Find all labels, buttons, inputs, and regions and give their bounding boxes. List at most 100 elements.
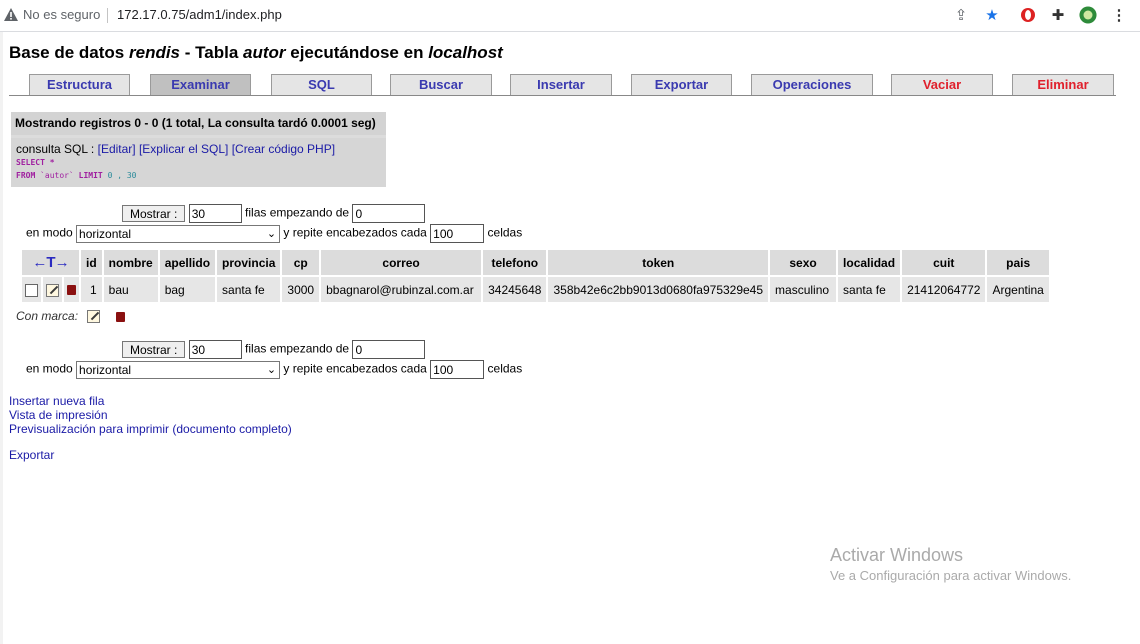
column-correo[interactable]: correo: [321, 250, 482, 275]
row-delete-cell: [64, 277, 79, 302]
query-info-box: Mostrando registros 0 - 0 (1 total, La c…: [11, 112, 386, 187]
results-summary: Mostrando registros 0 - 0 (1 total, La c…: [11, 112, 386, 135]
cell-correo: bbagnarol@rubinzal.com.ar: [321, 277, 482, 302]
column-token[interactable]: token: [548, 250, 769, 275]
create-php-link[interactable]: [Crear código PHP]: [232, 142, 335, 156]
column-provincia[interactable]: provincia: [217, 250, 281, 275]
start-input-bottom[interactable]: 0: [352, 340, 426, 359]
repeat-input-bottom[interactable]: 100: [430, 360, 485, 379]
cell-id: 1: [81, 277, 102, 302]
cell-pais: Argentina: [987, 277, 1049, 302]
nav-form-top-row2: en modo horizontal ⌄ y repite encabezados…: [26, 224, 522, 243]
delete-selected-icon[interactable]: [115, 311, 125, 322]
show-button[interactable]: Mostrar :: [122, 205, 186, 222]
rows-input-bottom[interactable]: 30: [188, 340, 242, 359]
sql-limit: LIMIT: [78, 171, 103, 180]
opera-icon[interactable]: [1019, 6, 1037, 24]
extensions-puzzle-icon[interactable]: ✚: [1049, 6, 1067, 24]
cells-label-bottom: celdas: [487, 361, 523, 376]
edit-query-link[interactable]: [Editar]: [98, 142, 136, 156]
insert-row-link[interactable]: Insertar nueva fila: [9, 394, 104, 408]
trash-icon[interactable]: [67, 285, 76, 296]
column-nombre[interactable]: nombre: [103, 250, 158, 275]
print-view-link[interactable]: Vista de impresión: [9, 408, 108, 422]
cell-cp: 3000: [282, 277, 320, 302]
cell-nombre: bau: [103, 277, 158, 302]
bookmark-star-icon[interactable]: ★: [983, 6, 1001, 24]
url-text[interactable]: 172.17.0.75/adm1/index.php: [117, 7, 282, 22]
tab-eliminar[interactable]: Eliminar: [1012, 74, 1114, 95]
nav-form-bottom-row1: Mostrar : 30 filas empezando de 0: [122, 340, 426, 359]
nav-form-top-row1: Mostrar : 30 filas empezando de 0: [122, 204, 426, 223]
tab-examinar[interactable]: Examinar: [150, 74, 251, 95]
column-apellido[interactable]: apellido: [159, 250, 216, 275]
tab-insertar[interactable]: Insertar: [510, 74, 612, 95]
results-table: ←T→ id nombre apellido provincia cp corr…: [20, 248, 1051, 304]
edit-pencil-icon[interactable]: [46, 283, 59, 297]
sql-code: SELECT * FROM `autor` LIMIT 0 , 30: [16, 156, 381, 182]
profile-avatar[interactable]: [1079, 6, 1097, 24]
row-edit-cell: [43, 277, 62, 302]
menu-dots-icon[interactable]: ⋮: [1110, 6, 1128, 24]
rows-label: filas empezando de: [245, 205, 350, 220]
cell-cuit: 21412064772: [902, 277, 986, 302]
column-toggle[interactable]: ←T→: [22, 250, 79, 275]
mode-label-bottom: en modo: [26, 361, 73, 376]
page-content: Base de datos rendis - Tabla autor ejecu…: [0, 32, 1140, 644]
column-id[interactable]: id: [81, 250, 102, 275]
sql-query-panel: consulta SQL : [Editar] [Explicar el SQL…: [11, 138, 386, 187]
tab-sql[interactable]: SQL: [271, 74, 372, 95]
left-right-arrows-icon[interactable]: ←T→: [32, 254, 69, 271]
nav-form-bottom-row2: en modo horizontal ⌄ y repite encabezados…: [26, 360, 522, 379]
start-input[interactable]: 0: [352, 204, 426, 223]
edit-selected-icon[interactable]: [87, 310, 101, 324]
repeat-input[interactable]: 100: [430, 224, 485, 243]
query-label: consulta SQL :: [16, 142, 98, 156]
mode-select-bottom[interactable]: horizontal ⌄: [76, 360, 281, 379]
table-row: 1 bau bag santa fe 3000 bbagnarol@rubinz…: [22, 277, 1049, 302]
cells-label: celdas: [487, 225, 523, 240]
export-link[interactable]: Exportar: [9, 448, 54, 462]
tab-vaciar[interactable]: Vaciar: [891, 74, 993, 95]
column-sexo[interactable]: sexo: [770, 250, 837, 275]
repeat-label-bottom: y repite encabezados cada: [283, 361, 427, 376]
cell-provincia: santa fe: [217, 277, 281, 302]
windows-activation-title: Activar Windows: [830, 545, 964, 565]
cell-localidad: santa fe: [838, 277, 901, 302]
rows-input[interactable]: 30: [188, 204, 242, 223]
rows-label-bottom: filas empezando de: [245, 341, 350, 356]
cell-apellido: bag: [159, 277, 216, 302]
mode-select[interactable]: horizontal ⌄: [76, 224, 281, 243]
tab-estructura[interactable]: Estructura: [29, 74, 130, 95]
table-header-row: ←T→ id nombre apellido provincia cp corr…: [22, 250, 1049, 275]
warning-icon: [4, 8, 18, 21]
share-icon[interactable]: ⇪: [952, 6, 970, 24]
row-select-cell: [22, 277, 41, 302]
divider: [107, 8, 108, 23]
column-cp[interactable]: cp: [282, 250, 320, 275]
show-button-bottom[interactable]: Mostrar :: [122, 341, 186, 358]
not-secure-label[interactable]: No es seguro: [23, 7, 100, 22]
sql-from: FROM: [16, 171, 36, 180]
with-selected-row: Con marca:: [16, 309, 125, 324]
print-full-link[interactable]: Previsualización para imprimir (document…: [9, 422, 292, 436]
action-links: Insertar nueva fila Vista de impresión P…: [9, 394, 292, 436]
tab-buscar[interactable]: Buscar: [390, 74, 492, 95]
sql-table: `autor`: [40, 171, 74, 180]
column-cuit[interactable]: cuit: [902, 250, 986, 275]
repeat-label: y repite encabezados cada: [283, 225, 427, 240]
cell-telefono: 34245648: [483, 277, 547, 302]
tab-exportar[interactable]: Exportar: [631, 74, 732, 95]
explain-sql-link[interactable]: [Explicar el SQL]: [139, 142, 228, 156]
page-title: Base de datos rendis - Tabla autor ejecu…: [9, 43, 503, 62]
column-localidad[interactable]: localidad: [838, 250, 901, 275]
cell-sexo: masculino: [770, 277, 837, 302]
tab-operaciones[interactable]: Operaciones: [751, 74, 873, 95]
column-pais[interactable]: pais: [987, 250, 1049, 275]
address-bar: No es seguro 172.17.0.75/adm1/index.php …: [0, 0, 1140, 32]
row-checkbox[interactable]: [25, 283, 38, 297]
column-telefono[interactable]: telefono: [483, 250, 547, 275]
tab-bar: Estructura Examinar SQL Buscar Insertar …: [9, 74, 1116, 96]
with-selected-label: Con marca:: [16, 309, 79, 323]
mode-label: en modo: [26, 225, 73, 240]
